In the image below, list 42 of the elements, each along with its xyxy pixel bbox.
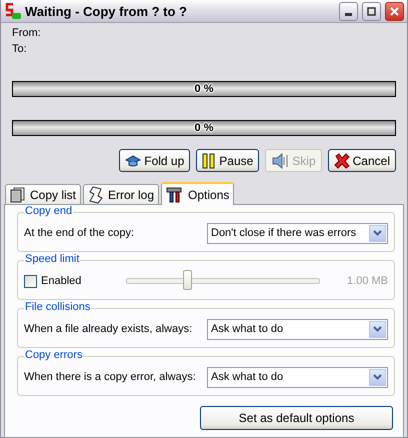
close-button[interactable] (385, 2, 404, 20)
group-title: Copy end (24, 205, 74, 217)
group-title: Copy errors (24, 349, 84, 361)
hat-icon (125, 154, 142, 166)
slider-thumb[interactable] (182, 270, 192, 290)
dropdown[interactable]: Ask what to do (207, 366, 388, 388)
checkbox[interactable] (24, 274, 37, 288)
dropdown[interactable]: Don't close if there was errors (207, 222, 388, 244)
app-logo-icon (5, 3, 21, 19)
chevron-down-icon (373, 374, 382, 380)
pages-icon (10, 186, 26, 202)
speaker-icon (271, 152, 290, 168)
checkbox-label: Enabled (41, 275, 82, 287)
speed-reading: 1.00 MB (346, 275, 388, 287)
tools-icon (166, 186, 184, 202)
percent-label: 0 % (194, 83, 214, 95)
option-label: At the end of the copy: (24, 227, 136, 239)
action-button[interactable]: Fold up (119, 149, 190, 172)
percent-label: 0 % (194, 122, 214, 134)
default-options-button[interactable]: Set as default options (200, 406, 393, 430)
dropdown[interactable]: Ask what to do (207, 318, 388, 340)
tab[interactable]: Error log (83, 184, 160, 204)
close-icon (390, 6, 399, 16)
pause-icon (202, 152, 216, 168)
action-button[interactable]: Pause (196, 149, 260, 172)
maximize-button[interactable] (362, 2, 381, 20)
action-button[interactable]: Cancel (328, 149, 396, 172)
to-label: To: (12, 42, 28, 57)
group-title: File collisions (24, 301, 92, 313)
cancel-icon (334, 152, 350, 168)
tab[interactable]: Options (161, 182, 234, 205)
option-label: When a file already exists, always: (24, 323, 194, 335)
group-title: Speed limit (24, 253, 80, 265)
tab[interactable]: Copy list (5, 184, 82, 204)
window-title: Waiting - Copy from ? to ? (25, 4, 188, 18)
chevron-down-icon (373, 326, 382, 332)
from-label: From: (12, 26, 42, 41)
minimize-icon (345, 12, 352, 16)
chevron-down-icon (373, 230, 382, 236)
option-label: When there is a copy error, always: (24, 371, 197, 383)
maximize-icon (367, 6, 376, 16)
minimize-button[interactable] (339, 2, 358, 20)
